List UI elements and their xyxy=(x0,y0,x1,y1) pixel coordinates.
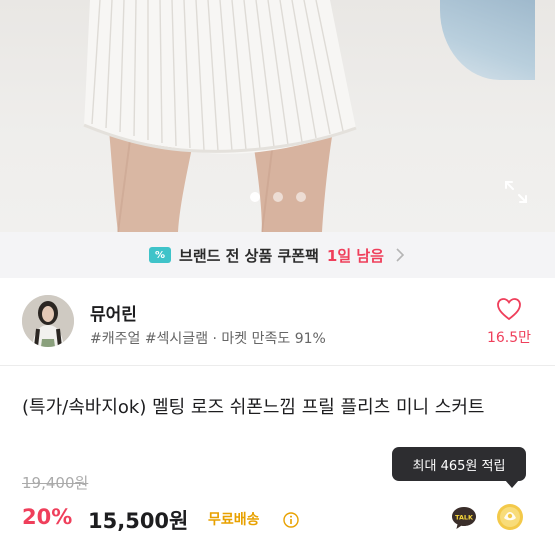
carousel-dot[interactable] xyxy=(249,192,260,202)
info-icon[interactable] xyxy=(283,512,299,528)
sale-price: 15,500원 xyxy=(88,509,189,533)
point-reward-icon[interactable] xyxy=(495,502,525,532)
shop-name[interactable]: 뮤어린 xyxy=(90,300,137,325)
free-shipping-badge: 무료배송 xyxy=(208,512,260,528)
carousel-dot[interactable] xyxy=(272,192,283,202)
coupon-remaining: 1일 남음 xyxy=(326,246,384,265)
shop-tags: #캐주얼 #섹시글램 · 마켓 만족도 91% xyxy=(90,331,326,347)
carousel-dot[interactable] xyxy=(295,192,306,202)
avatar-image xyxy=(22,295,74,347)
kakaotalk-share-icon[interactable]: TALK xyxy=(449,503,479,533)
coupon-label: 브랜드 전 상품 쿠폰팩 xyxy=(179,246,319,265)
chevron-right-icon xyxy=(396,248,405,262)
shop-avatar[interactable] xyxy=(22,295,74,347)
like-count: 16.5만 xyxy=(486,330,532,346)
discount-rate: 20% xyxy=(22,505,73,529)
points-tooltip: 최대 465원 적립 xyxy=(392,447,526,481)
carousel-indicator xyxy=(0,192,555,202)
tooltip-arrow xyxy=(505,480,519,488)
coupon-banner[interactable]: % 브랜드 전 상품 쿠폰팩 1일 남음 xyxy=(0,232,555,278)
heart-icon[interactable] xyxy=(496,297,522,321)
product-image[interactable] xyxy=(0,0,555,232)
svg-text:TALK: TALK xyxy=(455,513,474,521)
shop-info[interactable]: 뮤어린 #캐주얼 #섹시글램 · 마켓 만족도 91% 16.5만 xyxy=(0,278,555,366)
original-price: 19,400원 xyxy=(22,474,89,492)
expand-icon[interactable] xyxy=(502,178,530,206)
coupon-icon: % xyxy=(149,247,172,263)
product-title: (특가/속바지ok) 멜팅 로즈 쉬폰느낌 프릴 플리츠 미니 스커트 xyxy=(22,397,485,418)
